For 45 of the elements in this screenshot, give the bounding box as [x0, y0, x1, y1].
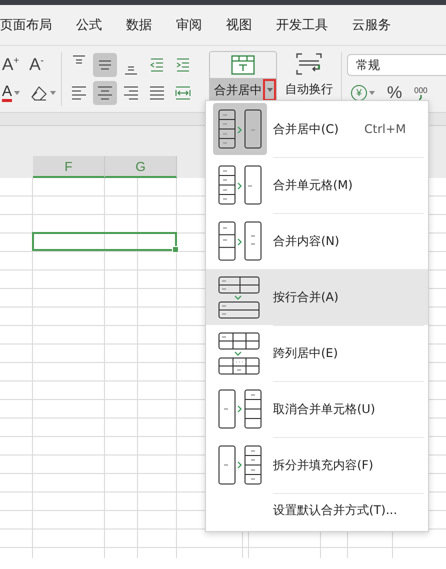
menu-item[interactable]: 设置默认合并方式(T)...: [206, 493, 428, 527]
menu-tab[interactable]: 页面布局: [0, 16, 52, 34]
menu-tab[interactable]: 数据: [126, 16, 152, 34]
menu-item-label: 合并内容(N): [273, 232, 340, 250]
menu-item-label: 取消合并单元格(U): [273, 400, 376, 418]
merge-cells-icon: [230, 54, 256, 76]
align-bottom-icon: [125, 66, 137, 75]
menu-tab[interactable]: 云服务: [352, 16, 391, 34]
font-size-decrease-button[interactable]: A$^{-}$: [27, 54, 46, 76]
menu-item-label: 设置默认合并方式(T)...: [273, 502, 398, 518]
menu-item[interactable]: 跨列居中(E): [206, 325, 428, 381]
percent-button[interactable]: %: [385, 83, 404, 103]
align-center-button[interactable]: [93, 81, 117, 105]
menu-item[interactable]: 按行合并(A): [206, 269, 428, 325]
caret-icon: [14, 91, 20, 95]
menu-tab[interactable]: 开发工具: [276, 16, 328, 34]
menu-tab[interactable]: 公式: [76, 16, 102, 34]
menu-item[interactable]: 拆分并填充内容(F): [206, 437, 428, 493]
menu-tab[interactable]: 审阅: [176, 16, 202, 34]
shortcut-text: Ctrl+M: [364, 122, 406, 136]
number-format-field[interactable]: 常规: [347, 54, 446, 76]
wrap-text-button[interactable]: 自动换行: [281, 51, 337, 101]
menu-item[interactable]: 合并内容(N): [206, 213, 428, 269]
align-top-icon: [73, 55, 85, 64]
menu-item-label: 按行合并(A): [273, 288, 339, 306]
align-middle-button[interactable]: [93, 53, 117, 77]
menu-item[interactable]: 合并居中(C) Ctrl+M: [206, 101, 428, 157]
menu-tab[interactable]: 视图: [226, 16, 252, 34]
font-color-button[interactable]: A: [0, 82, 22, 104]
thousands-separator-button[interactable]: 000: [414, 86, 428, 100]
merge-center-button[interactable]: 合并居中: [209, 51, 277, 103]
caret-icon: [369, 91, 375, 95]
menu-item-label: 合并单元格(M): [273, 176, 353, 194]
selected-cell-range[interactable]: [32, 232, 177, 251]
menu-item-label: 跨列居中(E): [273, 344, 338, 362]
wrap-text-icon: [294, 51, 324, 77]
caret-icon: [266, 88, 272, 92]
comma-icon: [418, 95, 423, 100]
menu-item-label: 拆分并填充内容(F): [273, 456, 374, 474]
menu-item[interactable]: 取消合并单元格(U): [206, 381, 428, 437]
font-size-increase-button[interactable]: A$^{+}$: [0, 54, 22, 76]
caret-icon[interactable]: [50, 91, 56, 95]
eraser-icon[interactable]: [30, 85, 48, 101]
menu-item[interactable]: 合并单元格(M): [206, 157, 428, 213]
menu-item-label: 合并居中(C): [273, 120, 339, 138]
